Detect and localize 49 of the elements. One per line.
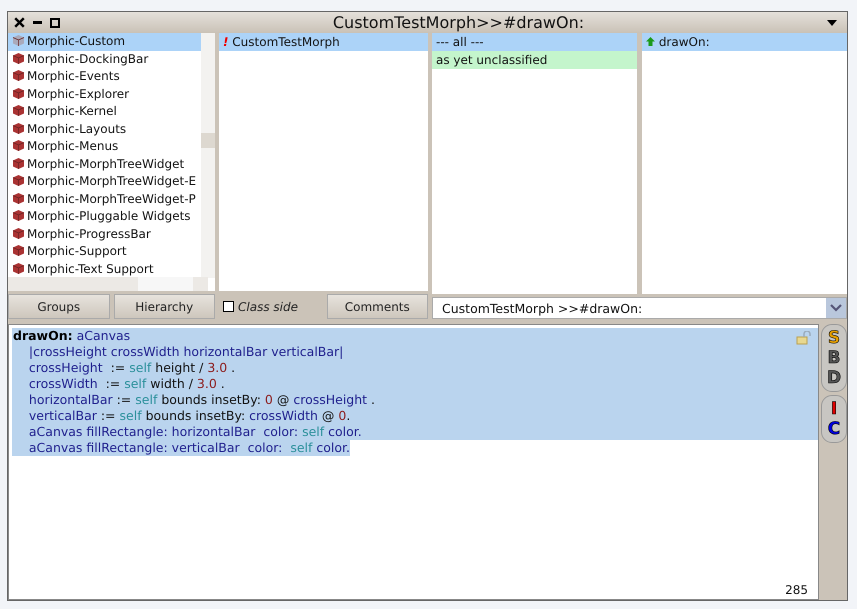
- package-icon: [12, 262, 25, 274]
- window-title: CustomTestMorph>>#drawOn:: [332, 13, 586, 32]
- package-item[interactable]: Morphic-Support: [8, 243, 201, 260]
- class-item[interactable]: ! CustomTestMorph: [219, 33, 428, 51]
- toolbar-button[interactable]: Hierarchy: [114, 294, 215, 319]
- package-icon: [12, 209, 25, 222]
- chevron-down-icon[interactable]: [830, 304, 842, 312]
- package-item[interactable]: Morphic-Custom: [8, 33, 201, 50]
- side-button[interactable]: D: [826, 368, 842, 388]
- package-item[interactable]: Morphic-MorphTreeWidget: [8, 156, 201, 173]
- package-item[interactable]: Morphic-MorphTreeWidget-E: [8, 173, 201, 190]
- arrow-up-icon: [646, 37, 655, 46]
- side-button[interactable]: C: [828, 419, 840, 439]
- package-icon: [12, 192, 25, 204]
- package-item[interactable]: Morphic-Layouts: [8, 120, 201, 138]
- method-item[interactable]: drawOn:: [642, 33, 847, 51]
- scrollbar[interactable]: [8, 277, 208, 291]
- package-item[interactable]: Morphic-ProgressBar: [8, 226, 201, 243]
- package-icon: [12, 139, 25, 152]
- package-icon: [12, 244, 25, 257]
- package-item[interactable]: Morphic-Events: [8, 68, 201, 86]
- package-icon: [12, 122, 25, 134]
- package-icon: [12, 69, 25, 82]
- package-item[interactable]: Morphic-MorphTreeWidget-P: [8, 190, 201, 208]
- scrollbar[interactable]: [201, 33, 215, 278]
- side-button[interactable]: B: [828, 348, 840, 368]
- package-icon: [12, 156, 25, 170]
- character-count: 285: [785, 583, 808, 597]
- package-icon: [12, 174, 25, 187]
- close-icon[interactable]: [14, 17, 25, 28]
- menu-icon[interactable]: [827, 20, 837, 26]
- code-editor[interactable]: [8, 324, 819, 600]
- package-item[interactable]: Morphic-Text Support: [8, 260, 201, 278]
- package-icon: [12, 52, 25, 64]
- package-item[interactable]: Morphic-Kernel: [8, 103, 201, 120]
- protocol-item[interactable]: --- all ---: [432, 33, 637, 51]
- protocol-item[interactable]: as yet unclassified: [432, 51, 637, 69]
- package-item[interactable]: Morphic-Pluggable Widgets: [8, 208, 201, 226]
- method-dropdown[interactable]: CustomTestMorph >>#drawOn:: [432, 297, 847, 319]
- package-icon: [12, 34, 25, 47]
- package-icon: [12, 226, 25, 240]
- comments-button[interactable]: Comments: [326, 294, 428, 319]
- package-icon: [12, 104, 25, 117]
- package-item[interactable]: Morphic-Explorer: [8, 86, 201, 103]
- maximize-icon[interactable]: [50, 18, 60, 28]
- package-item[interactable]: Morphic-DockingBar: [8, 50, 201, 68]
- package-item[interactable]: Morphic-Menus: [8, 138, 201, 156]
- toolbar-button[interactable]: Groups: [8, 294, 110, 319]
- package-icon: [12, 86, 25, 100]
